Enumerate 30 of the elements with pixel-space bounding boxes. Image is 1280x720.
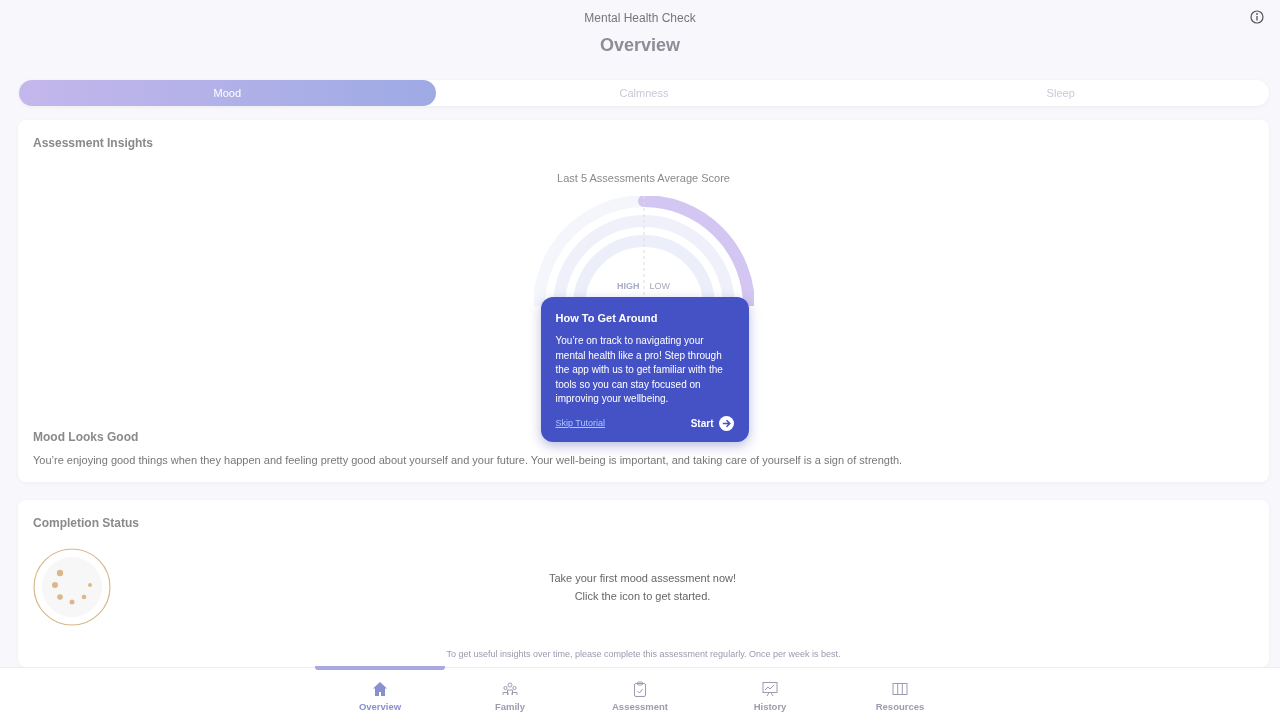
result-title: Mood Looks Good [33,430,140,444]
tab[interactable]: Mood [19,80,436,106]
high-label: HIGH [617,281,640,291]
columns-icon [892,681,908,697]
nav-item[interactable]: Assessment [575,668,705,720]
result-text: You’re enjoying good things when they happen and feeling pretty good about yourself and your future. Your well-being is important, and taking care of yourself is a sign of strength. [33,454,904,466]
card-title: Assessment Insights [33,136,155,150]
nav-item[interactable]: Resources [835,668,965,720]
card-title: Completion Status [33,516,140,530]
loading-dots-icon[interactable] [33,548,111,626]
arrow-right-icon [718,415,734,431]
people-icon [502,681,518,697]
popup-text: You’re on track to navigating your mental health like a pro! Step through the app with us to get familiar with the tools so you can stay focused on improving your wellbeing. [555,334,724,406]
low-label: LOW [649,281,670,291]
clipboard-icon [632,681,648,697]
nav-item[interactable]: Family [445,668,575,720]
info-icon[interactable] [1250,10,1264,24]
prompt-text: Take your first mood assessment now! [547,571,738,586]
nav-item[interactable]: History [705,668,835,720]
page-title: Overview [599,35,681,56]
app-title: Mental Health Check [584,11,696,25]
prompt-text: Click the icon to get started. [573,589,712,604]
popup-title: How To Get Around [555,312,659,324]
home-icon [372,681,388,697]
chart-icon [762,681,778,697]
skip-tutorial-link[interactable]: Skip Tutorial [555,418,606,428]
start-button[interactable]: Start [690,415,734,431]
nav-item[interactable]: Overview [315,668,445,720]
hint-text: To get useful insights over time, please complete this assessment regularly. Once per week is best. [445,649,842,659]
gauge-title: Last 5 Assessments Average Score [557,172,730,184]
